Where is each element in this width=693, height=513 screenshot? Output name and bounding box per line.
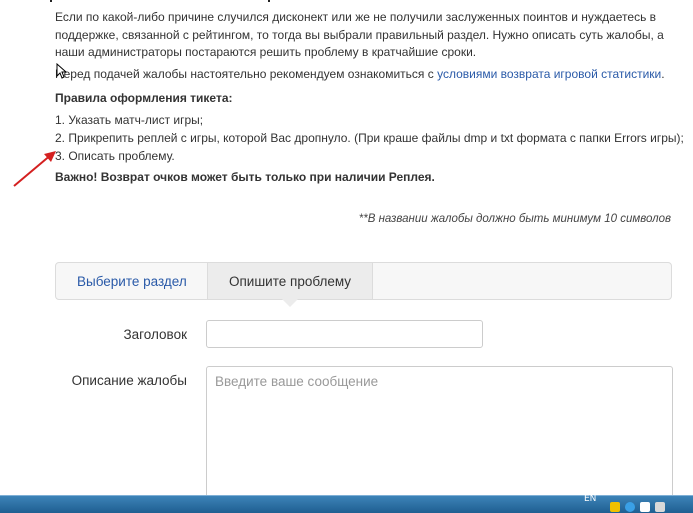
important-notice: Важно! Возврат очков может быть только п…: [55, 170, 435, 184]
tray-volume-icon[interactable]: [655, 502, 665, 512]
system-tray: EN: [578, 494, 693, 513]
tray-flag-icon[interactable]: [640, 502, 650, 512]
description-textarea[interactable]: [206, 366, 673, 495]
stats-return-conditions-link[interactable]: условиями возврата игровой статистики: [437, 67, 661, 81]
taskbar: EN: [0, 494, 693, 513]
rule-item: 2. Прикрепить реплей с игры, которой Вас…: [55, 131, 684, 145]
recommendation-text: Перед подачей жалобы настоятельно рекоме…: [55, 67, 434, 81]
title-length-note: **В названии жалобы должно быть минимум …: [358, 213, 671, 225]
mouse-cursor-icon: [56, 63, 68, 79]
page: Если по какой-либо причине случился диск…: [0, 0, 693, 495]
tab-describe-problem[interactable]: Опишите проблему: [207, 263, 374, 307]
rules-list: 1. Указать матч-лист игры; 2. Прикрепить…: [55, 111, 684, 165]
active-tab-caret-icon: [282, 299, 299, 307]
title-input[interactable]: [206, 320, 483, 348]
tab-select-section[interactable]: Выберите раздел: [56, 263, 208, 299]
tray-network-icon[interactable]: [625, 502, 635, 512]
heading-fragment: [40, 0, 320, 2]
rules-title: Правила оформления тикета:: [55, 91, 233, 105]
intro-recommendation: Перед подачей жалобы настоятельно рекоме…: [55, 67, 665, 81]
tab-describe-problem-label: Опишите проблему: [229, 274, 352, 289]
intro-paragraph: Если по какой-либо причине случился диск…: [55, 10, 664, 59]
rule-item: 1. Указать матч-лист игры;: [55, 113, 204, 127]
title-label: Заголовок: [123, 327, 187, 342]
tray-app-icon[interactable]: [610, 502, 620, 512]
rule-item: 3. Описать проблему.: [55, 149, 175, 163]
description-label: Описание жалобы: [71, 373, 187, 388]
language-indicator[interactable]: EN: [584, 494, 596, 504]
annotation-arrow-icon: [13, 151, 56, 187]
form-tabs: Выберите раздел Опишите проблему: [55, 262, 672, 307]
